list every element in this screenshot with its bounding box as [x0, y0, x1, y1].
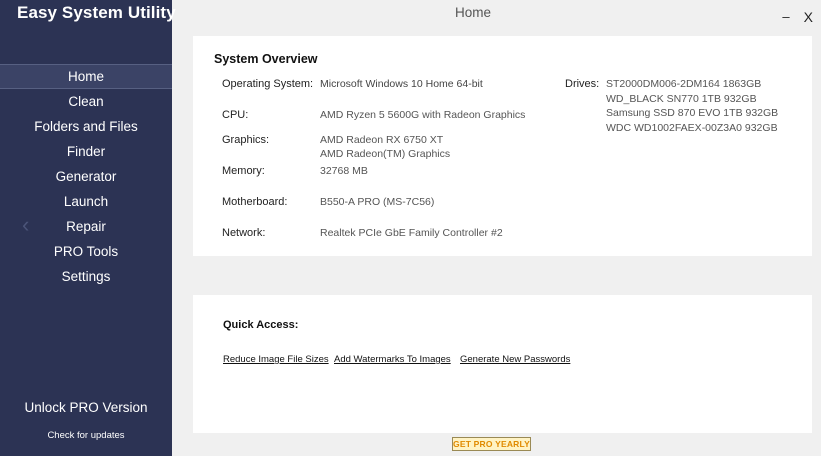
- graphics-value-1: AMD Radeon RX 6750 XT: [320, 134, 444, 146]
- drive-item: WDC WD1002FAEX-00Z3A0 932GB: [606, 121, 778, 134]
- sidebar-item-launch[interactable]: Launch: [0, 189, 172, 214]
- sidebar-item-folders-and-files[interactable]: Folders and Files: [0, 114, 172, 139]
- motherboard-value: B550-A PRO (MS-7C56): [320, 196, 435, 208]
- os-label: Operating System:: [222, 78, 314, 90]
- app-title: Easy System Utility: [17, 3, 176, 22]
- drives-label: Drives:: [565, 78, 600, 90]
- cpu-value: AMD Ryzen 5 5600G with Radeon Graphics: [320, 109, 526, 121]
- os-value: Microsoft Windows 10 Home 64-bit: [320, 78, 483, 90]
- network-label: Network:: [222, 227, 266, 239]
- sidebar-nav: Home Clean Folders and Files Finder Gene…: [0, 64, 172, 289]
- generate-passwords-link[interactable]: Generate New Passwords: [460, 354, 570, 365]
- window-controls: – X: [782, 9, 813, 25]
- memory-value: 32768 MB: [320, 165, 368, 177]
- chevron-left-icon[interactable]: ‹: [22, 212, 29, 238]
- check-updates-link[interactable]: Check for updates: [0, 430, 172, 441]
- quick-access-title: Quick Access:: [223, 319, 299, 331]
- quick-access-card: Quick Access: Reduce Image File Sizes Ad…: [193, 295, 812, 433]
- sidebar-item-generator[interactable]: Generator: [0, 164, 172, 189]
- reduce-image-link[interactable]: Reduce Image File Sizes: [223, 354, 329, 365]
- drive-item: Samsung SSD 870 EVO 1TB 932GB: [606, 107, 779, 119]
- drives-list: ST2000DM006-2DM164 1863GB WD_BLACK SN770…: [606, 77, 778, 135]
- minimize-button[interactable]: –: [782, 9, 789, 25]
- sidebar-item-finder[interactable]: Finder: [0, 139, 172, 164]
- drive-item: WD_BLACK SN770 1TB 932GB: [606, 92, 757, 105]
- unlock-pro-link[interactable]: Unlock PRO Version: [0, 400, 172, 415]
- sidebar-item-pro-tools[interactable]: PRO Tools: [0, 239, 172, 264]
- network-value: Realtek PCIe GbE Family Controller #2: [320, 227, 503, 239]
- graphics-value-2: AMD Radeon(TM) Graphics: [320, 148, 451, 160]
- close-button[interactable]: X: [804, 9, 813, 25]
- sidebar-item-settings[interactable]: Settings: [0, 264, 172, 289]
- sidebar-item-clean[interactable]: Clean: [0, 89, 172, 114]
- memory-label: Memory:: [222, 165, 265, 177]
- page-title: Home: [454, 5, 491, 20]
- drive-item: ST2000DM006-2DM164 1863GB: [606, 78, 762, 90]
- system-overview-title: System Overview: [214, 52, 318, 66]
- get-pro-yearly-button[interactable]: GET PRO YEARLY: [452, 437, 531, 451]
- sidebar-item-home[interactable]: Home: [0, 64, 172, 89]
- graphics-label: Graphics:: [222, 134, 270, 146]
- cpu-label: CPU:: [222, 109, 249, 121]
- add-watermarks-link[interactable]: Add Watermarks To Images: [334, 354, 451, 365]
- sidebar: Easy System Utility Home Clean Folders a…: [0, 0, 176, 456]
- motherboard-label: Motherboard:: [222, 196, 288, 208]
- system-overview-card: System Overview Operating System: Micros…: [193, 36, 812, 256]
